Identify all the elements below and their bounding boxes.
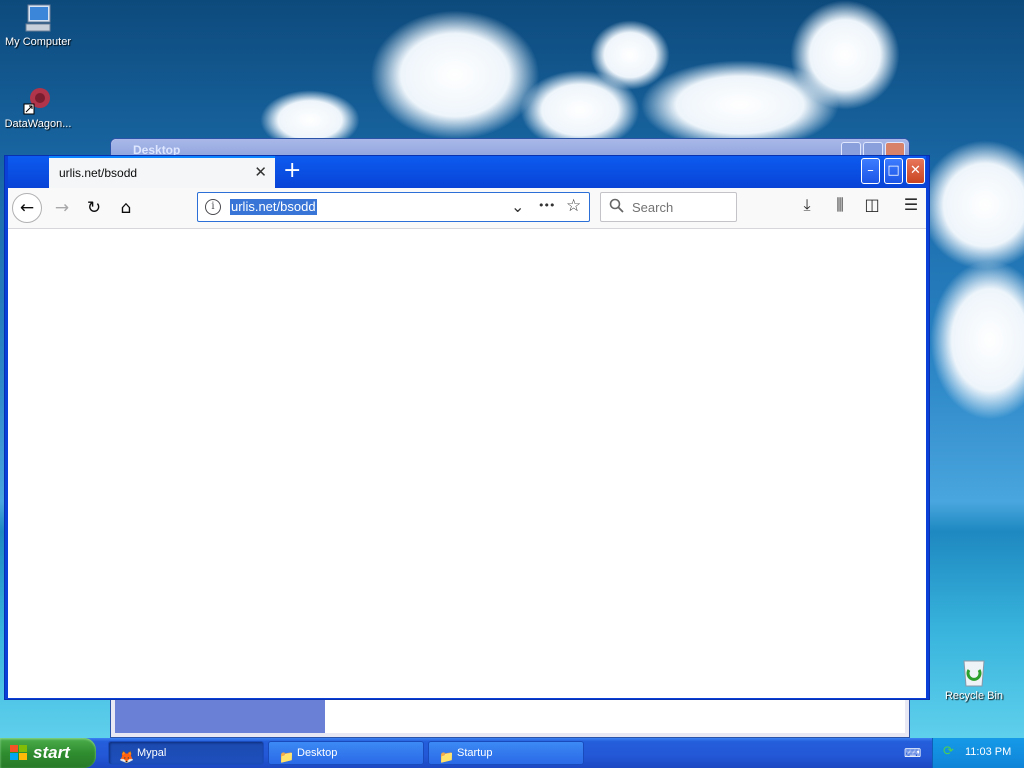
navigation-toolbar: ← → ↻ ⌂ i urlis.net/bsodd ⌄ ••• ☆ Search… (8, 188, 926, 229)
system-tray: ⟳ 11:03 PM (932, 738, 1024, 768)
start-label: start (33, 743, 70, 762)
url-dropdown-icon[interactable]: ⌄ (511, 197, 524, 216)
keyboard-icon[interactable]: ⌨ (904, 746, 921, 760)
folder-icon: 📁 (279, 750, 294, 764)
taskbar-item-startup[interactable]: 📁 Startup (428, 741, 584, 765)
datawagon-icon (23, 88, 50, 115)
info-icon[interactable]: i (205, 199, 221, 215)
tab-title: urlis.net/bsodd (59, 166, 138, 180)
taskbar-item-label: Startup (457, 747, 493, 759)
background-window-right-pane (325, 699, 905, 733)
taskbar: start 🦊 Mypal 📁 Desktop 📁 Startup ⌨ ⟳ 11… (0, 738, 1024, 768)
page-content[interactable] (8, 229, 926, 698)
taskbar-item-mypal[interactable]: 🦊 Mypal (108, 741, 264, 765)
sidebar-icon[interactable]: ◫ (860, 195, 884, 214)
search-icon (609, 198, 624, 213)
mypal-icon: 🦊 (119, 750, 134, 764)
taskbar-item-label: Desktop (297, 747, 338, 759)
url-text[interactable]: urlis.net/bsodd (230, 199, 317, 215)
desktop-icon-datawagon[interactable]: DataWagon... (0, 84, 78, 130)
browser-window[interactable]: urlis.net/bsodd ✕ + – □ ✕ ← → ↻ ⌂ i urli… (4, 155, 930, 700)
tab-strip: urlis.net/bsodd ✕ + – □ ✕ (8, 156, 926, 188)
tab-active[interactable]: urlis.net/bsodd ✕ (49, 156, 275, 188)
background-window-left-pane (115, 699, 325, 733)
search-box[interactable]: Search (600, 192, 737, 222)
clock[interactable]: 11:03 PM (965, 746, 1011, 758)
recycle-bin-icon (963, 660, 985, 687)
bookmark-star-icon[interactable]: ☆ (566, 196, 581, 216)
desktop-icon-label: Recycle Bin (944, 690, 1004, 702)
computer-icon (25, 4, 51, 32)
menu-icon[interactable]: ☰ (899, 195, 923, 214)
windows-logo-icon (10, 745, 27, 760)
close-tab-icon[interactable]: ✕ (254, 163, 267, 181)
url-bar[interactable]: i urlis.net/bsodd ⌄ ••• ☆ (197, 192, 590, 222)
maximize-button[interactable]: □ (884, 158, 903, 184)
back-button[interactable]: ← (12, 193, 42, 223)
home-button[interactable]: ⌂ (112, 194, 140, 222)
desktop-icon-label: My Computer (4, 36, 72, 48)
page-actions-icon[interactable]: ••• (538, 199, 555, 212)
library-icon[interactable]: ⫼ (828, 195, 852, 215)
minimize-button[interactable]: – (861, 158, 880, 184)
downloads-icon[interactable]: ⤓ (795, 195, 819, 215)
taskbar-item-desktop[interactable]: 📁 Desktop (268, 741, 424, 765)
network-icon[interactable]: ⟳ (943, 744, 954, 759)
desktop-icon-label: DataWagon... (4, 118, 72, 130)
start-button[interactable]: start (0, 738, 96, 768)
close-window-button[interactable]: ✕ (906, 158, 925, 184)
new-tab-button[interactable]: + (283, 159, 301, 183)
desktop-icon-my-computer[interactable]: My Computer (0, 2, 78, 48)
forward-button[interactable]: → (48, 194, 76, 222)
reload-button[interactable]: ↻ (80, 194, 108, 222)
search-placeholder: Search (632, 200, 674, 215)
taskbar-item-label: Mypal (137, 747, 167, 759)
folder-icon: 📁 (439, 750, 454, 764)
desktop-icon-recycle-bin[interactable]: Recycle Bin (934, 656, 1014, 702)
